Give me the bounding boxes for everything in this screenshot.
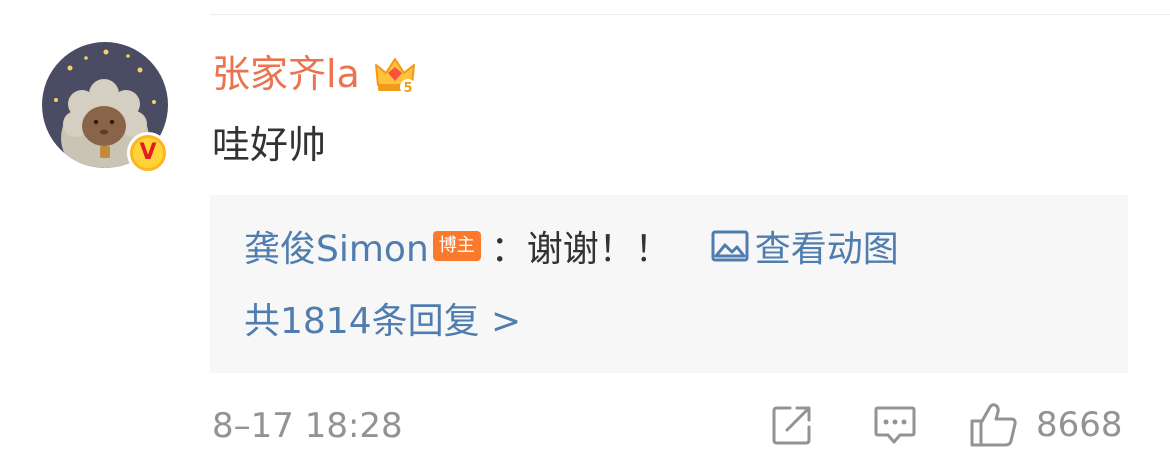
comment-icon [874, 406, 916, 444]
repost-icon [772, 406, 811, 445]
vip-crown-icon[interactable]: 5 [372, 51, 418, 97]
view-gif-label: 查看动图 [754, 229, 899, 270]
like-button[interactable]: 8668 [968, 400, 1123, 450]
image-icon [711, 230, 749, 262]
timestamp: 8–17 18:28 [212, 406, 403, 446]
username[interactable]: 张家齐la [212, 46, 360, 102]
thumbs-up-icon [970, 403, 1017, 447]
reply-line: 龚俊Simon 博主 ： 谢谢！！ 查看动图 [244, 221, 899, 271]
reply-colon: ： [490, 229, 527, 270]
like-count: 8668 [1036, 405, 1123, 445]
reply-author[interactable]: 龚俊Simon [244, 220, 429, 272]
total-replies-link[interactable]: 共1814条回复 > [244, 297, 521, 347]
view-gif-link[interactable]: 查看动图 [711, 220, 899, 272]
comment-card: V 张家齐la 5 哇好帅 龚俊Simon 博主 ： 谢谢！！ 查看动图 共18… [0, 0, 1170, 470]
reply-text: 谢谢！！ [526, 229, 671, 270]
divider [210, 14, 1170, 15]
comment-text: 哇好帅 [212, 123, 327, 167]
member-level: 5 [403, 81, 412, 96]
username-row: 张家齐la 5 [212, 46, 418, 102]
verified-badge: V [127, 132, 169, 174]
comment-button[interactable] [872, 400, 918, 450]
author-badge: 博主 [432, 231, 481, 261]
repost-button[interactable] [770, 400, 814, 450]
verified-v-icon: V [133, 138, 163, 168]
reply-preview[interactable]: 龚俊Simon 博主 ： 谢谢！！ 查看动图 共1814条回复 > [210, 195, 1128, 373]
